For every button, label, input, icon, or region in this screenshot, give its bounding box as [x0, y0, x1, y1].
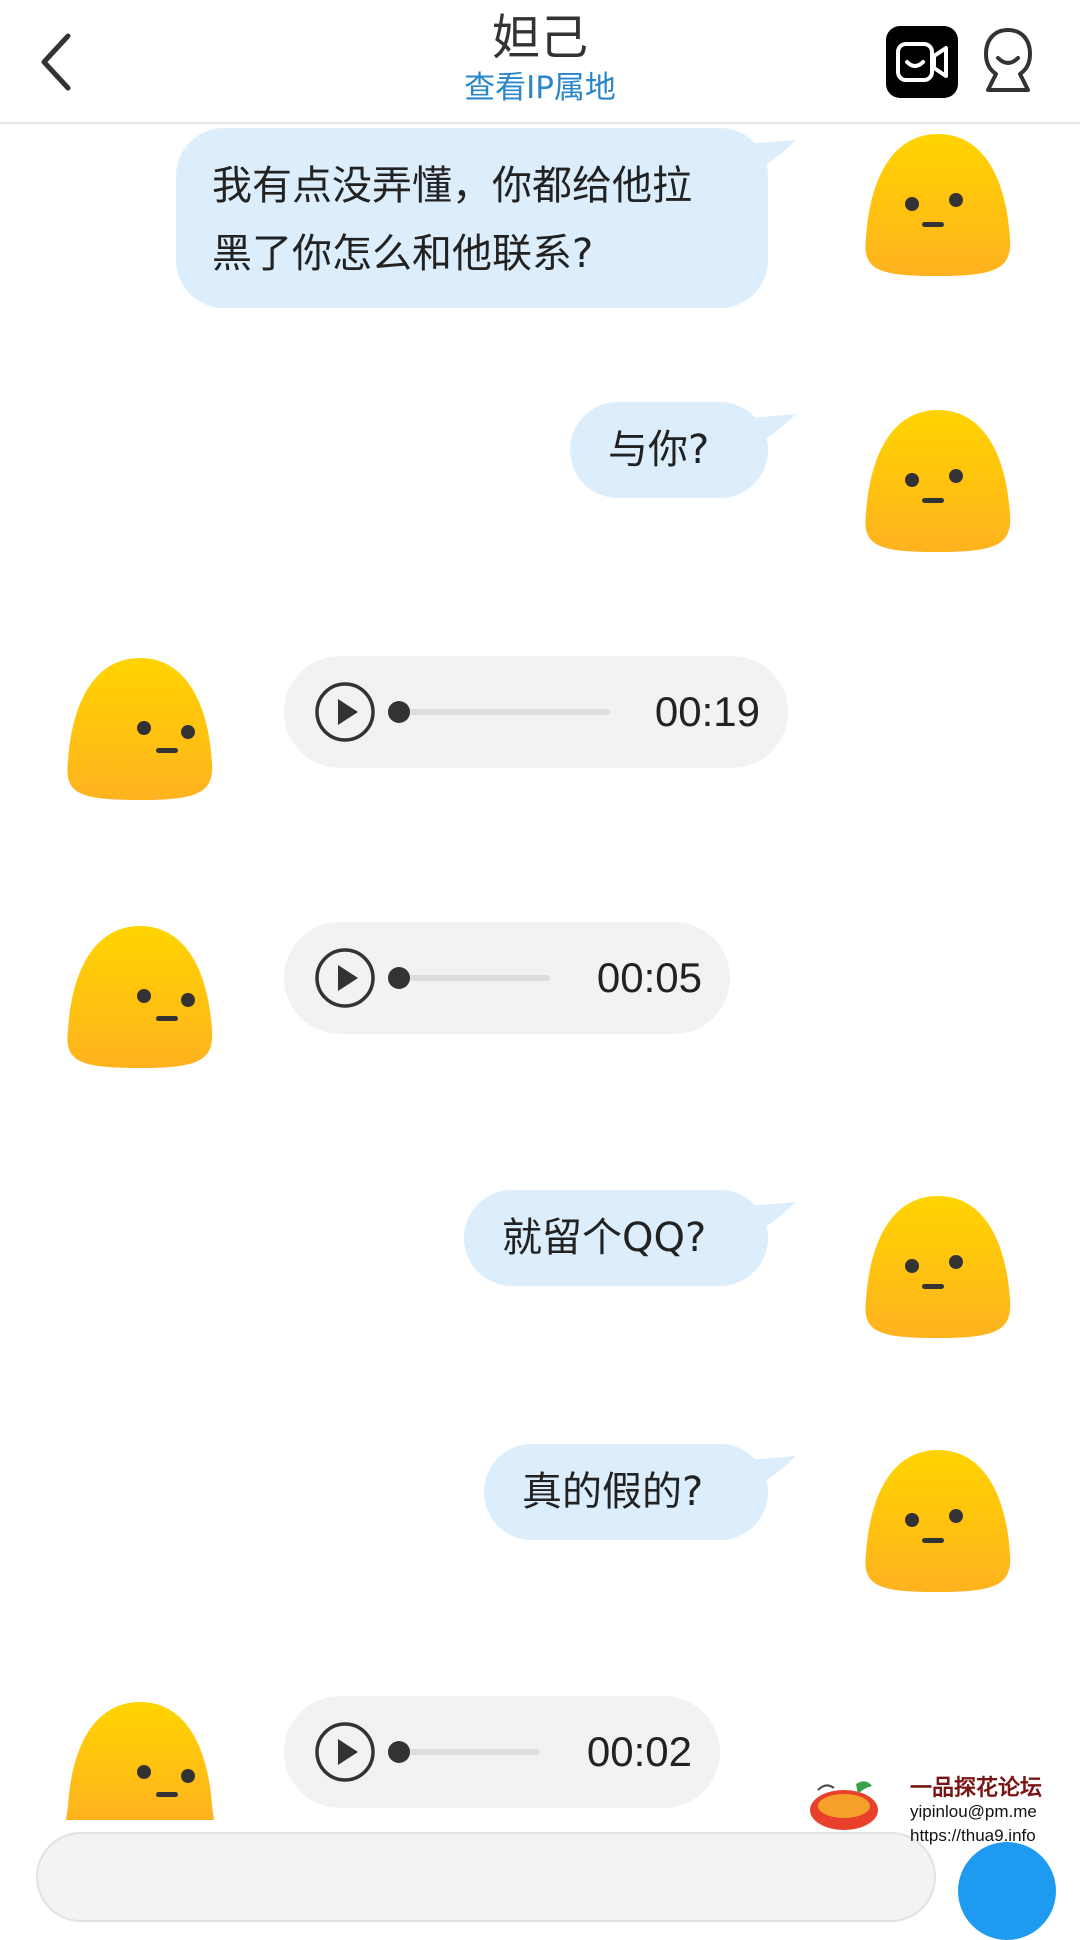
voice-duration: 00:19: [654, 688, 760, 735]
voice-duration: 00:02: [586, 1728, 692, 1775]
watermark-email: yipinlou@pm.me: [910, 1802, 1037, 1821]
play-icon[interactable]: [314, 947, 376, 1009]
contact-avatar[interactable]: [60, 920, 220, 1080]
forum-logo-icon: [810, 1781, 878, 1830]
message-text-line: 就留个QQ?: [502, 1215, 707, 1261]
message-text-line: 与你?: [608, 427, 710, 473]
self-avatar[interactable]: [858, 404, 1018, 564]
watermark-title: 一品探花论坛: [910, 1776, 1043, 1801]
voice-message-bubble[interactable]: 00:05: [284, 922, 730, 1034]
play-icon[interactable]: [314, 1721, 376, 1783]
message-text-line: 真的假的?: [522, 1469, 704, 1515]
chat-header: 妲己 查看IP属地: [0, 0, 1080, 124]
forum-watermark: 一品探花论坛 yipinlou@pm.me https://thua9.info: [808, 1770, 1048, 1862]
contact-name: 妲己: [491, 10, 588, 66]
video-call-button[interactable]: [886, 26, 958, 98]
voice-progress-knob[interactable]: [388, 1741, 410, 1763]
self-avatar[interactable]: [858, 128, 1018, 288]
contact-avatar[interactable]: [60, 652, 220, 812]
play-icon[interactable]: [314, 681, 376, 743]
outgoing-text-bubble[interactable]: 就留个QQ?: [464, 1190, 796, 1286]
voice-duration: 00:05: [596, 954, 702, 1001]
profile-button[interactable]: [980, 24, 1036, 98]
voice-message-bubble[interactable]: 00:02: [284, 1696, 720, 1808]
outgoing-text-bubble[interactable]: 与你?: [570, 402, 796, 498]
message-list[interactable]: 我有点没弄懂，你都给他拉 黑了你怎么和他联系? 与你? 00:19 00:05 …: [0, 124, 1080, 1820]
bubble-tail: [748, 1456, 796, 1492]
self-avatar[interactable]: [858, 1190, 1018, 1350]
contact-avatar[interactable]: [60, 1696, 220, 1820]
back-button[interactable]: [28, 22, 100, 102]
title-block: 妲己 查看IP属地: [340, 0, 740, 124]
self-avatar[interactable]: [858, 1444, 1018, 1604]
voice-progress-track[interactable]: [388, 967, 550, 989]
voice-progress-knob[interactable]: [388, 967, 410, 989]
voice-progress-knob[interactable]: [388, 701, 410, 723]
view-ip-location-link[interactable]: 查看IP属地: [340, 68, 740, 108]
watermark-url: https://thua9.info: [910, 1826, 1036, 1845]
voice-progress-track[interactable]: [388, 701, 610, 723]
message-text-line: 我有点没弄懂，你都给他拉: [212, 163, 692, 209]
message-text-line: 黑了你怎么和他联系?: [212, 231, 594, 277]
bubble-tail: [748, 1202, 796, 1238]
outgoing-text-bubble[interactable]: 真的假的?: [484, 1444, 796, 1540]
message-input[interactable]: [36, 1832, 936, 1922]
bubble-tail: [748, 414, 796, 450]
video-call-icon: [896, 42, 948, 82]
profile-icon: [984, 28, 1032, 92]
bubble-tail: [748, 140, 796, 176]
back-chevron-icon: [41, 33, 71, 91]
outgoing-text-bubble[interactable]: 我有点没弄懂，你都给他拉 黑了你怎么和他联系?: [176, 128, 796, 308]
voice-message-bubble[interactable]: 00:19: [284, 656, 788, 768]
voice-progress-track[interactable]: [388, 1741, 540, 1763]
